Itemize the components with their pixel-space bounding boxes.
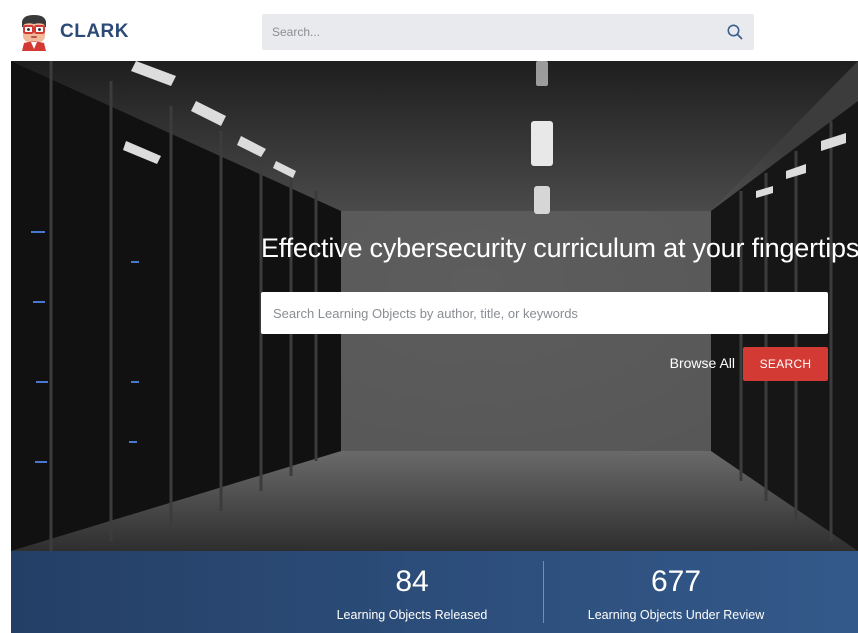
learning-object-search-input[interactable] xyxy=(261,304,828,322)
search-icon[interactable] xyxy=(726,23,744,41)
stat-under-review: 677 Learning Objects Under Review xyxy=(574,551,778,633)
site-header: CLARK xyxy=(0,0,858,61)
stat-label: Learning Objects Under Review xyxy=(587,608,765,622)
stats-divider xyxy=(543,561,544,623)
stat-value: 677 xyxy=(650,565,702,598)
stat-label: Learning Objects Released xyxy=(336,608,488,622)
mascot-logo-icon xyxy=(22,15,46,51)
stat-value: 84 xyxy=(395,565,429,598)
hero-search-box xyxy=(261,292,828,334)
search-button[interactable]: SEARCH xyxy=(743,347,828,381)
header-search-bar xyxy=(262,14,754,50)
stats-bar: 84 Learning Objects Released 677 Learnin… xyxy=(11,551,858,633)
header-search-input[interactable] xyxy=(262,24,702,40)
stat-released: 84 Learning Objects Released xyxy=(312,551,512,633)
browse-all-link[interactable]: Browse All xyxy=(651,355,735,371)
hero-banner: Effective cybersecurity curriculum at yo… xyxy=(11,61,858,551)
brand-name: CLARK xyxy=(60,21,129,42)
logo-link[interactable]: CLARK xyxy=(16,12,129,52)
hero-headline: Effective cybersecurity curriculum at yo… xyxy=(261,233,858,263)
